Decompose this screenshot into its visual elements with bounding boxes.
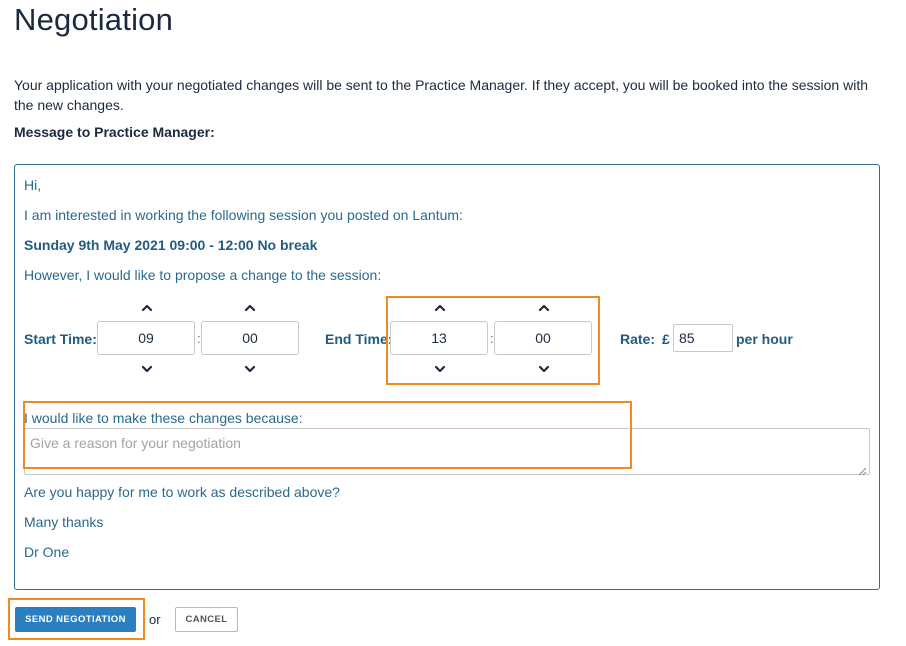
start-hour-input[interactable]: 09 [97, 321, 195, 355]
cancel-button[interactable]: CANCEL [175, 607, 238, 632]
greeting-text: Hi, [24, 177, 42, 193]
end-time-label: End Time: [325, 331, 393, 347]
session-text: Sunday 9th May 2021 09:00 - 12:00 No bre… [24, 237, 318, 253]
resize-grip-icon[interactable] [858, 463, 867, 476]
start-minute-down-icon[interactable] [242, 363, 258, 375]
end-time-highlight [386, 296, 600, 385]
rate-unit: per hour [736, 331, 793, 347]
propose-text: However, I would like to propose a chang… [24, 267, 382, 283]
currency-symbol: £ [662, 331, 670, 347]
or-text: or [149, 612, 161, 627]
start-time-label: Start Time: [24, 331, 97, 347]
message-label: Message to Practice Manager: [14, 124, 215, 140]
start-hour-up-icon[interactable] [139, 302, 155, 314]
interest-text: I am interested in working the following… [24, 207, 463, 223]
start-minute-up-icon[interactable] [242, 302, 258, 314]
intro-text: Your application with your negotiated ch… [14, 77, 868, 113]
start-hour-down-icon[interactable] [139, 363, 155, 375]
thanks-text: Many thanks [24, 514, 104, 530]
rate-input[interactable]: 85 [673, 324, 733, 352]
signature-text: Dr One [24, 544, 70, 560]
page-title: Negotiation [14, 2, 174, 37]
question-text: Are you happy for me to work as describe… [24, 484, 340, 500]
start-minute-input[interactable]: 00 [201, 321, 299, 355]
reason-highlight [23, 401, 632, 469]
send-button-highlight [8, 598, 145, 640]
rate-label: Rate: [620, 331, 656, 347]
